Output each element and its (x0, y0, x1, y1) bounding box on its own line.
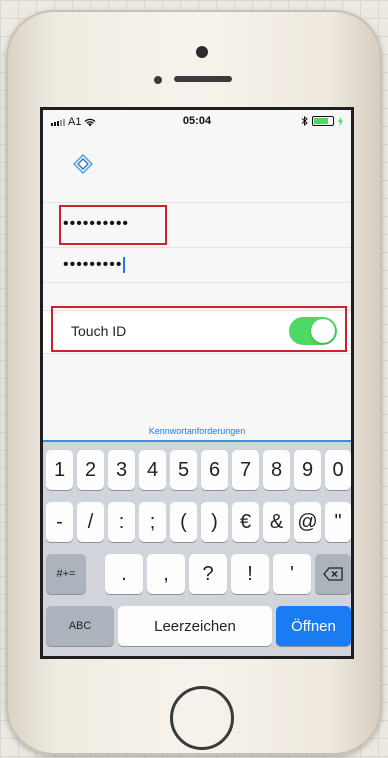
field-separator (43, 202, 351, 203)
keyboard-row-punct: #+= . , ? ! ' (43, 554, 351, 594)
key[interactable]: ) (201, 502, 228, 542)
status-bar: A1 05:04 (43, 110, 351, 134)
field-separator (43, 282, 351, 283)
backspace-icon (323, 567, 343, 581)
key[interactable]: / (77, 502, 104, 542)
key[interactable]: - (46, 502, 73, 542)
key[interactable]: € (232, 502, 259, 542)
more-symbols-key[interactable]: #+= (46, 554, 86, 594)
key[interactable]: ( (170, 502, 197, 542)
password-field-2-value: ••••••••• (63, 256, 123, 273)
app-logo-icon (73, 154, 93, 174)
password-requirements-link[interactable]: Kennwortanforderungen (43, 426, 351, 436)
key[interactable]: ? (189, 554, 227, 594)
key[interactable]: 4 (139, 450, 166, 490)
key[interactable]: 6 (201, 450, 228, 490)
proximity-sensor (154, 76, 162, 84)
open-key[interactable]: Öffnen (276, 606, 351, 646)
earpiece-speaker (174, 76, 232, 82)
key[interactable]: 9 (294, 450, 321, 490)
keyboard: 1 2 3 4 5 6 7 8 9 0 - / : ; ( ) € & @ " … (43, 442, 351, 656)
keyboard-row-numbers: 1 2 3 4 5 6 7 8 9 0 (43, 450, 351, 490)
key[interactable]: @ (294, 502, 321, 542)
delete-key[interactable] (315, 554, 351, 594)
key[interactable]: & (263, 502, 290, 542)
highlight-password-box (59, 205, 167, 245)
space-key[interactable]: Leerzeichen (118, 606, 272, 646)
password-field-2[interactable]: ••••••••• (63, 256, 126, 274)
key[interactable]: : (108, 502, 135, 542)
battery-icon (312, 116, 334, 126)
key[interactable]: . (105, 554, 143, 594)
key[interactable]: " (325, 502, 351, 542)
key[interactable]: 8 (263, 450, 290, 490)
key[interactable]: 0 (325, 450, 351, 490)
status-right (301, 116, 343, 126)
charging-icon (338, 116, 343, 126)
key[interactable]: ; (139, 502, 166, 542)
keyboard-row-bottom: ABC Leerzeichen Öffnen (43, 606, 351, 646)
abc-key[interactable]: ABC (46, 606, 114, 646)
front-camera (196, 46, 208, 58)
key[interactable]: ' (273, 554, 311, 594)
key[interactable]: ! (231, 554, 269, 594)
key[interactable]: 2 (77, 450, 104, 490)
bluetooth-icon (301, 116, 308, 126)
keyboard-row-symbols: - / : ; ( ) € & @ " (43, 502, 351, 542)
key[interactable]: 1 (46, 450, 73, 490)
highlight-touch-id-box (51, 306, 347, 352)
key[interactable]: 7 (232, 450, 259, 490)
phone-screen: A1 05:04 •••••••••• ••••••••• Touch ID K… (40, 107, 354, 659)
key[interactable]: 3 (108, 450, 135, 490)
key[interactable]: 5 (170, 450, 197, 490)
text-caret (123, 256, 126, 273)
field-separator (43, 247, 351, 248)
key[interactable]: , (147, 554, 185, 594)
home-button[interactable] (170, 686, 234, 750)
